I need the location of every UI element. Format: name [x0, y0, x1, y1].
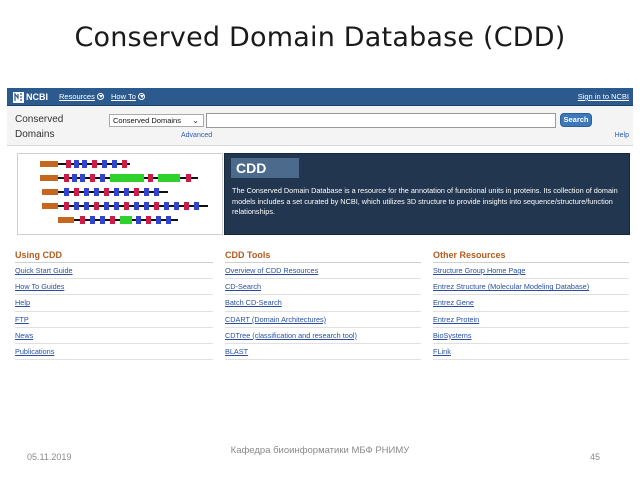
link-structure-group-home[interactable]: Structure Group Home Page: [433, 263, 629, 280]
link-entrez-protein[interactable]: Entrez Protein: [433, 312, 629, 328]
using-cdd-column: Using CDD Quick Start Guide How To Guide…: [15, 250, 213, 361]
link-ftp[interactable]: FTP: [15, 312, 213, 328]
chevron-down-icon: ⌄: [192, 116, 199, 125]
footer-department: Кафедра биоинформатики МБФ РНИМУ: [230, 445, 410, 456]
link-cdtree[interactable]: CDTree (classification and research tool…: [225, 328, 421, 344]
hero-title: CDD: [231, 158, 299, 178]
database-select-value: Conserved Domains: [113, 116, 181, 125]
chevron-down-icon: [96, 93, 104, 100]
link-quick-start-guide[interactable]: Quick Start Guide: [15, 263, 213, 280]
how-to-menu[interactable]: How To: [111, 92, 145, 101]
help-link[interactable]: Help: [615, 132, 629, 139]
cdd-hero-panel: CDD The Conserved Domain Database is a r…: [224, 153, 630, 235]
database-name-line2: Domains: [15, 129, 55, 140]
chevron-down-icon: [137, 93, 145, 100]
ncbi-top-bar: NCBI Resources How To Sign in to NCBI: [7, 88, 633, 106]
domain-architecture-graphic: [40, 160, 208, 224]
domain-architecture-image: [17, 153, 223, 235]
page-number: 45: [590, 452, 601, 462]
resources-label: Resources: [59, 92, 95, 101]
database-name: Conserved Domains: [15, 112, 63, 142]
link-help[interactable]: Help: [15, 295, 213, 312]
column-heading: CDD Tools: [225, 250, 421, 263]
search-button[interactable]: Search: [560, 113, 592, 127]
ncbi-logo-text: NCBI: [26, 92, 48, 102]
advanced-search-link[interactable]: Advanced: [181, 132, 212, 139]
link-publications[interactable]: Publications: [15, 344, 213, 361]
resources-menu[interactable]: Resources: [59, 92, 104, 101]
link-how-to-guides[interactable]: How To Guides: [15, 279, 213, 296]
ncbi-logo[interactable]: NCBI: [13, 91, 48, 103]
link-entrez-gene[interactable]: Entrez Gene: [433, 295, 629, 312]
link-cdart[interactable]: CDART (Domain Architectures): [225, 312, 421, 328]
link-blast[interactable]: BLAST: [225, 344, 421, 361]
cdd-tools-column: CDD Tools Overview of CDD Resources CD-S…: [225, 250, 421, 361]
link-batch-cd-search[interactable]: Batch CD-Search: [225, 295, 421, 312]
link-entrez-structure[interactable]: Entrez Structure (Molecular Modeling Dat…: [433, 279, 629, 296]
column-heading: Using CDD: [15, 250, 213, 263]
ncbi-cdd-page: NCBI Resources How To Sign in to NCBI Co…: [7, 88, 633, 412]
how-to-label: How To: [111, 92, 136, 101]
ncbi-logo-icon: [13, 91, 24, 103]
column-heading: Other Resources: [433, 250, 629, 263]
sign-in-link[interactable]: Sign in to NCBI: [578, 92, 629, 101]
hero-description: The Conserved Domain Database is a resou…: [232, 186, 618, 216]
database-name-line1: Conserved: [15, 114, 64, 125]
link-overview-cdd-resources[interactable]: Overview of CDD Resources: [225, 263, 421, 280]
database-select[interactable]: Conserved Domains ⌄: [109, 114, 204, 127]
slide-title: Conserved Domain Database (CDD): [74, 22, 566, 53]
link-flink[interactable]: FLink: [433, 344, 629, 361]
search-input[interactable]: [206, 113, 556, 128]
other-resources-column: Other Resources Structure Group Home Pag…: [433, 250, 629, 361]
link-news[interactable]: News: [15, 328, 213, 344]
footer-date: 05.11.2019: [27, 452, 72, 462]
search-header: Conserved Domains Conserved Domains ⌄ Se…: [7, 106, 633, 146]
link-biosystems[interactable]: BioSystems: [433, 328, 629, 344]
link-cd-search[interactable]: CD-Search: [225, 279, 421, 296]
